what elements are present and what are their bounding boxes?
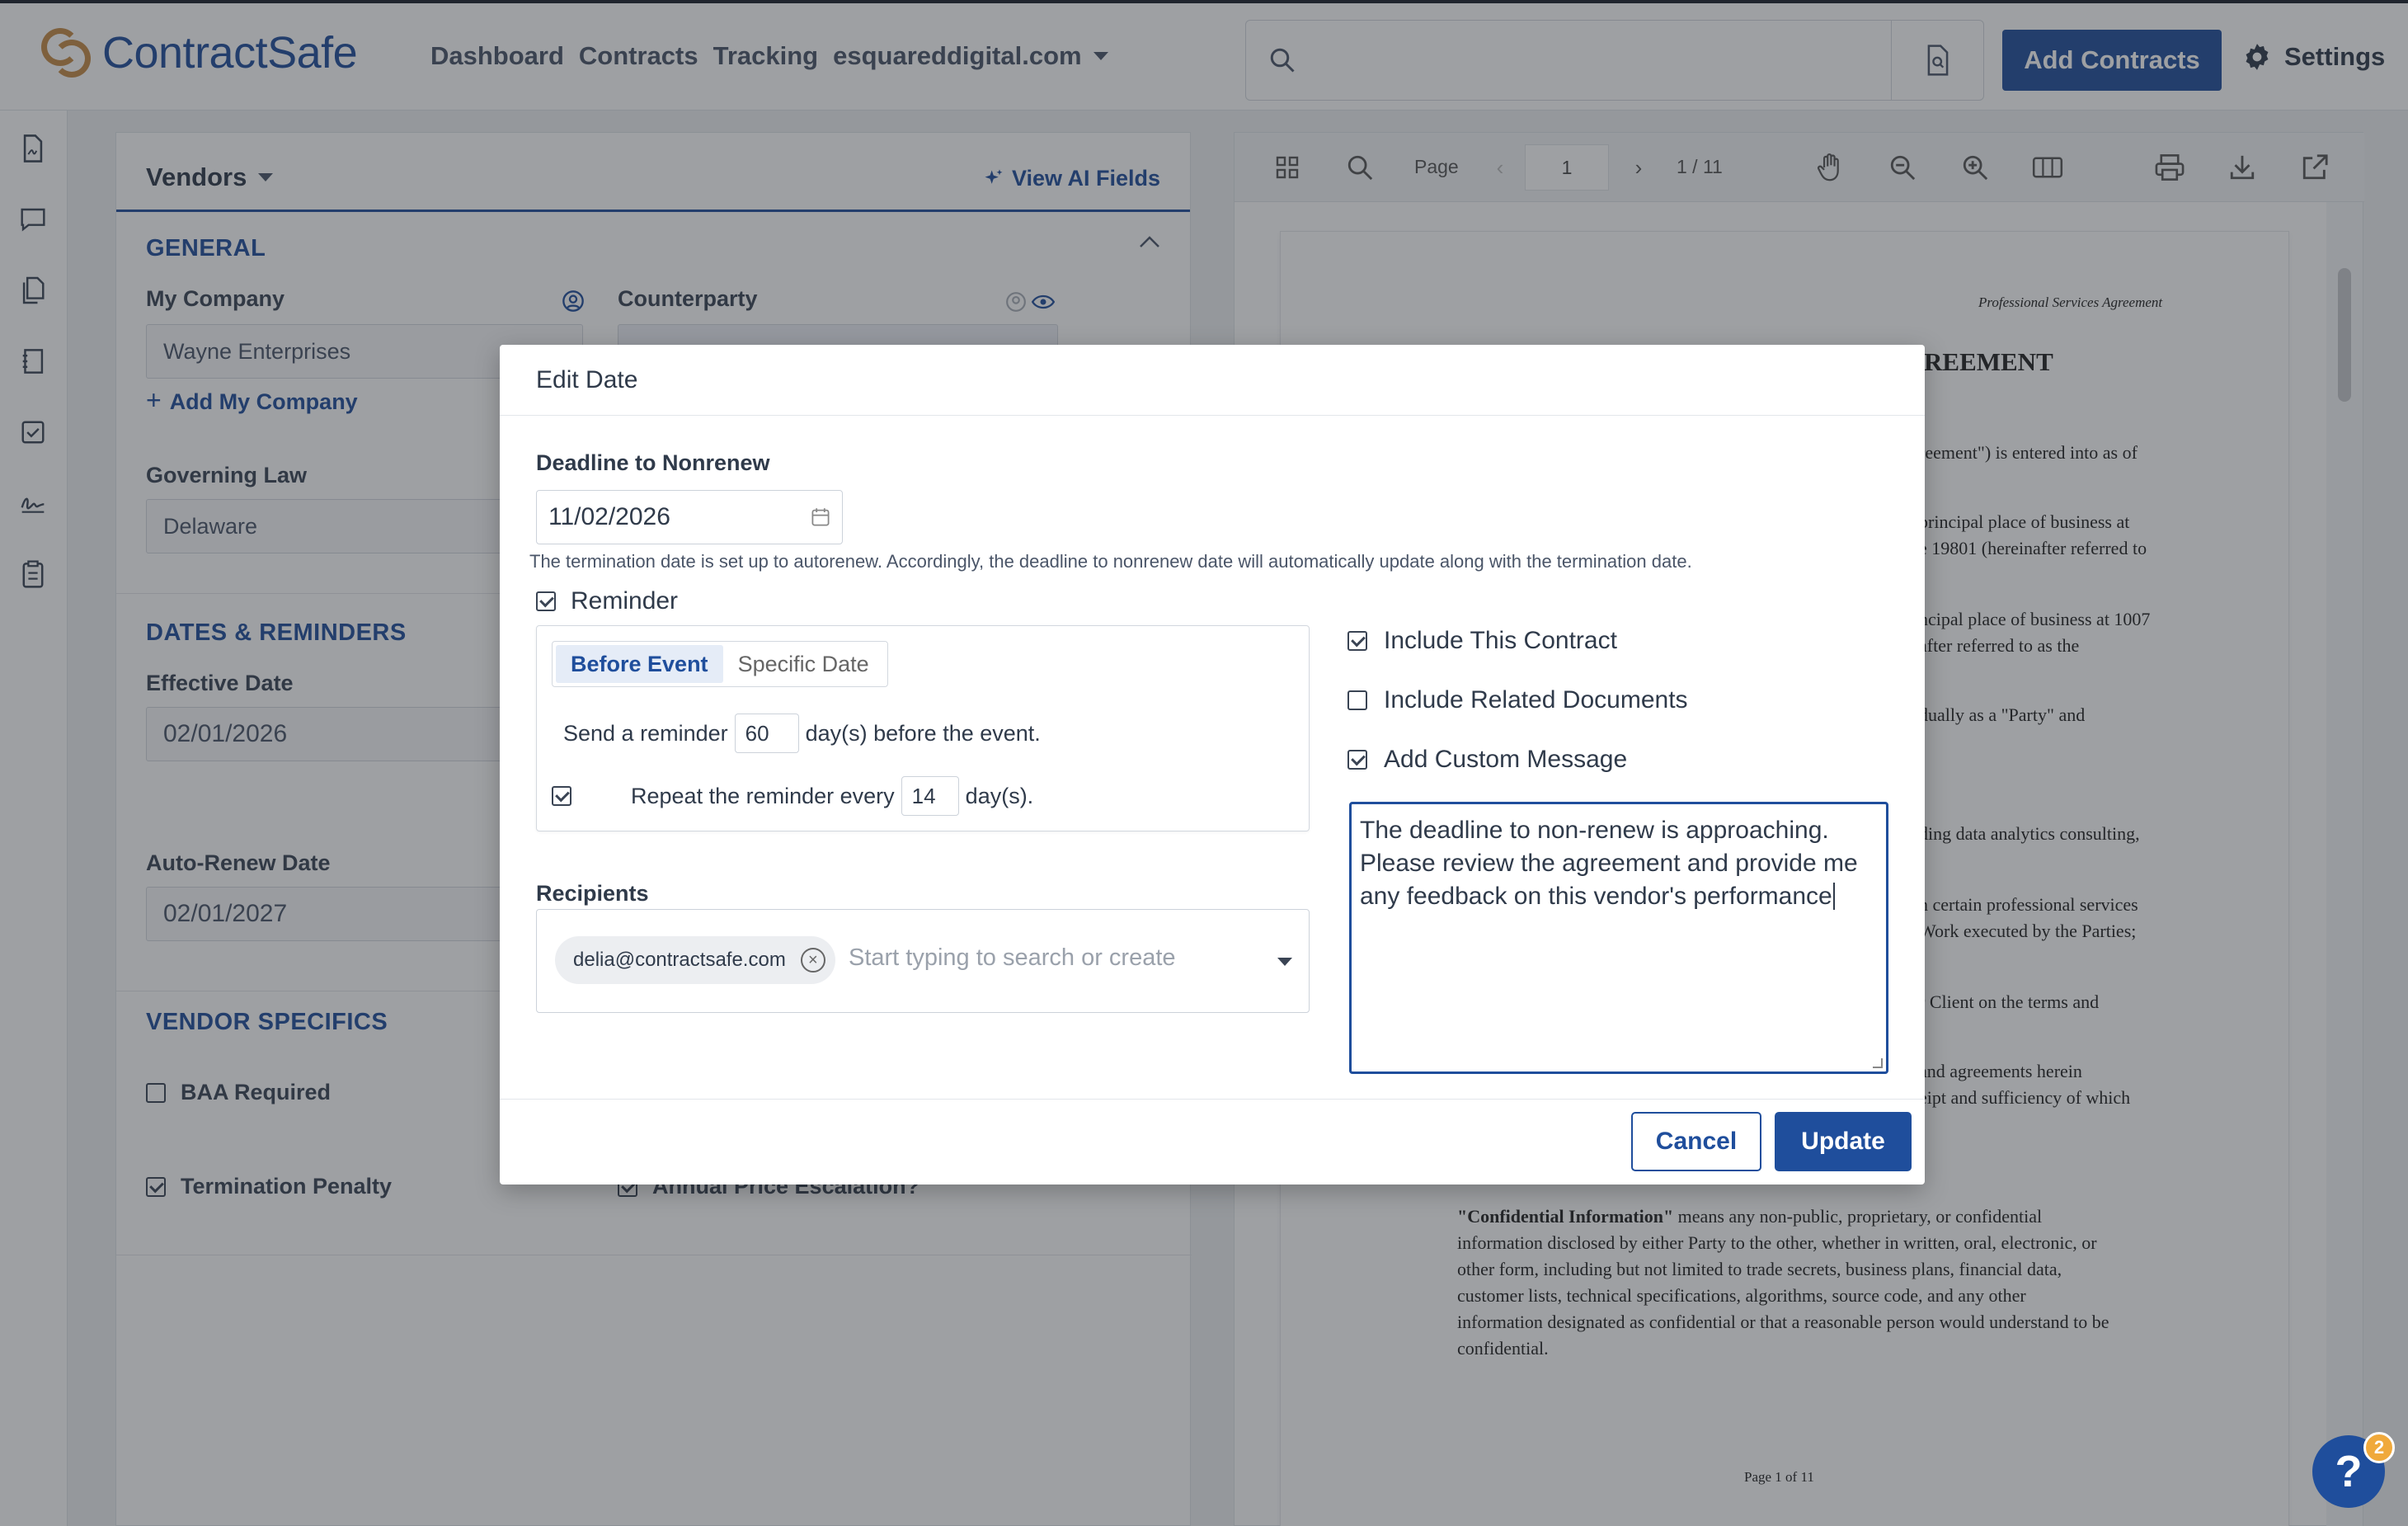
modal-footer-divider [500, 1099, 1925, 1100]
recipient-chip: delia@contractsafe.com × [555, 936, 835, 984]
remove-recipient-icon[interactable]: × [800, 948, 825, 973]
repeat-days-input[interactable]: 14 [901, 776, 959, 816]
edit-date-modal: Edit Date Deadline to Nonrenew 11/02/202… [500, 345, 1925, 1185]
chevron-down-icon[interactable] [1277, 958, 1292, 966]
notification-badge: 2 [2363, 1432, 2395, 1463]
modal-title: Edit Date [536, 365, 638, 393]
recipients-select[interactable]: delia@contractsafe.com × Start typing to… [536, 909, 1310, 1013]
add-custom-message-checkbox[interactable]: Add Custom Message [1347, 746, 1627, 774]
resize-handle-icon[interactable] [1873, 1058, 1883, 1068]
repeat-prefix: Repeat the reminder every [631, 783, 895, 808]
update-button[interactable]: Update [1775, 1112, 1912, 1171]
reminder-mode-toggle: Before Event Specific Date [552, 641, 888, 687]
send-reminder-row: Send a reminder 60 day(s) before the eve… [563, 714, 1041, 753]
custom-message-textarea[interactable]: The deadline to non-renew is approaching… [1349, 802, 1888, 1074]
tab-specific-date[interactable]: Specific Date [723, 645, 884, 683]
send-suffix: day(s) before the event. [805, 720, 1041, 746]
reminder-label: Reminder [571, 587, 679, 615]
checkbox-checked-icon [536, 591, 556, 611]
repeat-reminder-row: Repeat the reminder every 14 day(s). [552, 776, 1033, 816]
repeat-suffix: day(s). [965, 783, 1034, 808]
reminder-days-input[interactable]: 60 [734, 714, 799, 753]
reminder-checkbox[interactable]: Reminder [536, 587, 678, 615]
cancel-button[interactable]: Cancel [1631, 1112, 1761, 1171]
checkbox-icon [1347, 690, 1367, 710]
recipient-email: delia@contractsafe.com [573, 949, 786, 971]
calendar-icon[interactable] [811, 507, 830, 527]
question-icon: ? [2335, 1447, 2363, 1496]
custom-message-text: The deadline to non-renew is approaching… [1360, 817, 1858, 910]
recipients-search-input[interactable]: Start typing to search or create [849, 944, 1176, 972]
tab-before-event[interactable]: Before Event [556, 645, 723, 683]
include-related-checkbox[interactable]: Include Related Documents [1347, 686, 1688, 714]
add-custom-message-label: Add Custom Message [1384, 746, 1628, 773]
checkbox-checked-icon [1347, 750, 1367, 770]
deadline-label: Deadline to Nonrenew [536, 450, 770, 475]
recipients-label: Recipients [536, 881, 649, 906]
autorenew-hint: The termination date is set up to autore… [529, 551, 1692, 572]
include-contract-label: Include This Contract [1384, 627, 1617, 654]
include-contract-checkbox[interactable]: Include This Contract [1347, 627, 1617, 655]
deadline-date-value: 11/02/2026 [548, 503, 670, 530]
text-cursor [1832, 883, 1835, 910]
modal-header: Edit Date [500, 345, 1925, 416]
checkbox-checked-icon [1347, 631, 1367, 651]
send-prefix: Send a reminder [563, 720, 728, 746]
repeat-reminder-checkbox[interactable] [552, 786, 571, 806]
reminder-settings: Before Event Specific Date Send a remind… [536, 625, 1310, 831]
deadline-date-input[interactable]: 11/02/2026 [536, 490, 843, 544]
include-related-label: Include Related Documents [1384, 686, 1688, 714]
